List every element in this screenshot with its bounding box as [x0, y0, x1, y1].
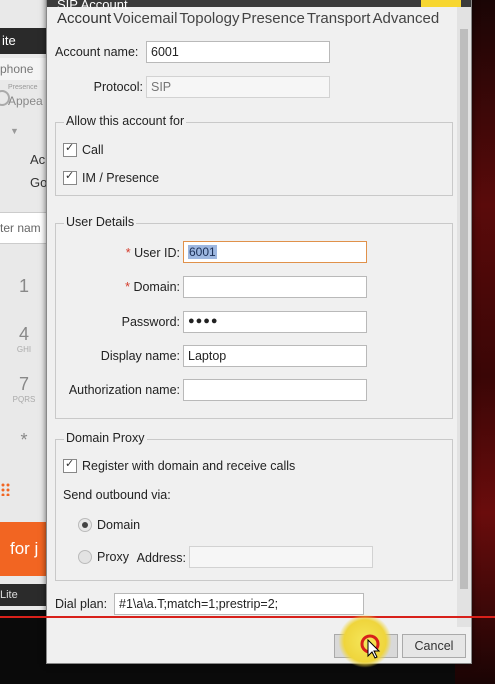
domain-proxy-group: Domain Proxy Register with domain and re… — [55, 431, 453, 581]
user-details-group: User Details * User ID: 6001 * Domain: P… — [55, 215, 453, 419]
user-id-value: 6001 — [188, 245, 217, 259]
dialpad-key-4[interactable]: 4 GHI — [12, 324, 36, 354]
call-checkbox[interactable]: Call — [63, 141, 104, 157]
user-id-field[interactable]: 6001 — [183, 241, 367, 263]
domain-radio-label: Domain — [97, 518, 141, 532]
presence-value: Appea — [8, 94, 43, 108]
register-domain-checkbox-label: Register with domain and receive calls — [82, 459, 296, 473]
tab-voicemail[interactable]: Voicemail — [113, 7, 179, 29]
softphone-phone-label: phone — [0, 58, 48, 80]
tab-advanced[interactable]: Advanced — [372, 7, 441, 29]
proxy-radio-label: Proxy — [97, 550, 129, 564]
account-fragment: Ac — [30, 152, 46, 167]
cursor-click-icon — [360, 634, 381, 659]
dial-search-input[interactable]: ter nam — [0, 212, 48, 244]
user-details-legend: User Details — [64, 215, 137, 229]
background-softphone-window: ite phone Presence Appea ▼ Ac Go ter nam… — [0, 0, 48, 610]
display-name-field[interactable] — [183, 345, 367, 367]
domain-proxy-legend: Domain Proxy — [64, 431, 147, 445]
sip-account-dialog: SIP Account Account Voicemail Topology P… — [46, 0, 472, 664]
password-label: Password: — [121, 315, 180, 329]
proxy-radio-button[interactable] — [78, 550, 92, 564]
grid-dots-icon[interactable] — [0, 482, 14, 496]
tab-transport[interactable]: Transport — [307, 7, 373, 29]
softphone-titlebar: ite — [0, 28, 48, 54]
help-button[interactable] — [421, 0, 461, 7]
authorization-name-field[interactable] — [183, 379, 367, 401]
user-id-label: * User ID: — [125, 246, 180, 260]
dialpad-key-star[interactable]: * — [12, 430, 36, 451]
call-checkbox-label: Call — [82, 143, 104, 157]
dialpad-key-1[interactable]: 1 — [12, 276, 36, 297]
display-name-label: Display name: — [100, 349, 180, 363]
proxy-address-field — [189, 546, 373, 568]
tab-presence[interactable]: Presence — [241, 7, 306, 29]
required-marker: * — [125, 246, 131, 260]
domain-field[interactable] — [183, 276, 367, 298]
account-name-field[interactable] — [146, 41, 330, 63]
tab-topology[interactable]: Topology — [179, 7, 241, 29]
account-name-label: Account name: — [55, 45, 139, 59]
cancel-button[interactable]: Cancel — [402, 634, 466, 658]
im-presence-checkbox-box[interactable] — [63, 169, 77, 185]
domain-radio[interactable]: Domain — [78, 518, 140, 532]
proxy-radio[interactable]: Proxy — [78, 550, 129, 564]
allow-account-group: Allow this account for Call IM / Presenc… — [55, 114, 453, 196]
domain-radio-button[interactable] — [78, 518, 92, 532]
allow-account-legend: Allow this account for — [64, 114, 187, 128]
dial-plan-field[interactable] — [114, 593, 364, 615]
softphone-footer: Lite — [0, 584, 48, 606]
presence-caption: Presence — [8, 84, 38, 91]
protocol-label: Protocol: — [93, 80, 143, 94]
tab-account[interactable]: Account — [57, 7, 114, 29]
im-presence-checkbox[interactable]: IM / Presence — [63, 169, 160, 185]
presence-selector[interactable]: Presence Appea — [0, 82, 48, 116]
authorization-name-label: Authorization name: — [68, 383, 180, 397]
protocol-field — [146, 76, 330, 98]
dialpad-key-7[interactable]: 7 PQRS — [12, 374, 36, 404]
chevron-down-icon[interactable]: ▼ — [10, 126, 19, 136]
tab-bar: Account Voicemail Topology Presence Tran… — [57, 7, 441, 29]
account-tab-panel: Account name: Protocol: Allow this accou… — [47, 29, 457, 619]
scrollbar-thumb[interactable] — [460, 29, 468, 589]
scrollbar[interactable] — [457, 7, 471, 627]
go-fragment: Go — [30, 175, 48, 190]
promo-banner[interactable]: for j — [0, 522, 48, 576]
register-domain-checkbox-box[interactable] — [63, 457, 77, 473]
domain-label: * Domain: — [125, 280, 180, 294]
password-field[interactable]: ●●●● — [183, 311, 367, 333]
call-checkbox-box[interactable] — [63, 141, 77, 157]
im-presence-checkbox-label: IM / Presence — [82, 171, 160, 185]
register-domain-checkbox[interactable]: Register with domain and receive calls — [63, 457, 296, 473]
dial-plan-label: Dial plan: — [55, 597, 108, 611]
dial-pad: 1 4 GHI 7 PQRS * — [0, 262, 48, 462]
send-outbound-label: Send outbound via: — [63, 488, 171, 502]
proxy-address-label: Address: — [136, 551, 186, 565]
red-divider-line — [0, 616, 495, 618]
